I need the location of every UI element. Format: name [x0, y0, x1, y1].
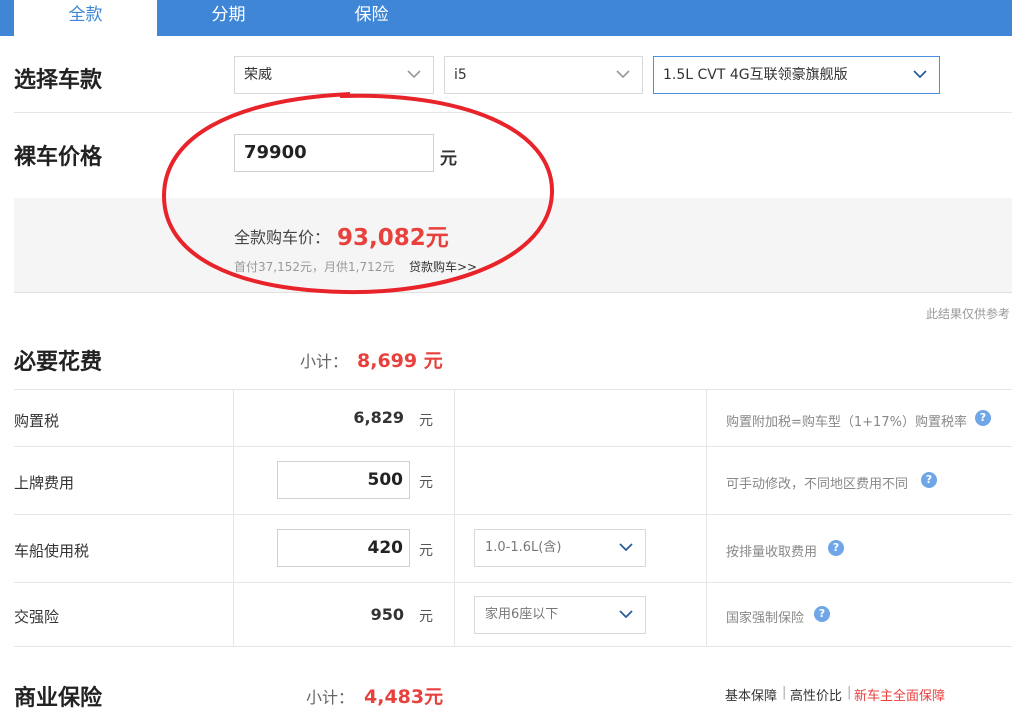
registration-fee-input[interactable]: 500 [277, 461, 410, 499]
purchase-tax-label: 购置税 [14, 412, 60, 430]
plan-separator: | [782, 685, 787, 700]
help-icon[interactable]: ? [828, 540, 844, 556]
reference-note: 此结果仅供参考 [925, 307, 1010, 321]
model-select[interactable]: 1.5L CVT 4G互联领豪旗舰版 [653, 56, 940, 94]
seat-type-select-value: 家用6座以下 [485, 607, 559, 622]
commercial-insurance-subtotal-value: 4,483元 [364, 686, 444, 708]
vehicle-tax-label: 车船使用税 [14, 542, 90, 560]
table-border [14, 514, 1012, 515]
compulsory-insurance-value: 950 [370, 605, 404, 624]
table-border [14, 389, 1012, 390]
plan-full-coverage-link[interactable]: 新车主全面保障 [854, 685, 945, 704]
compulsory-insurance-unit: 元 [419, 609, 433, 625]
table-border [454, 389, 455, 646]
tab-insurance[interactable]: 保险 [300, 0, 443, 36]
commercial-insurance-title: 商业保险 [14, 686, 103, 711]
chevron-down-icon [619, 610, 633, 619]
purchase-tax-value: 6,829 [353, 408, 404, 427]
table-border [14, 582, 1012, 583]
plan-value-link[interactable]: 高性价比 [790, 685, 842, 704]
vehicle-tax-input[interactable]: 420 [277, 529, 410, 567]
select-car-title: 选择车款 [14, 68, 103, 93]
tab-full-payment[interactable]: 全款 [14, 0, 157, 36]
chevron-down-icon [616, 70, 630, 79]
vehicle-tax-desc: 按排量收取费用 [726, 545, 818, 560]
plan-separator: | [847, 685, 852, 700]
help-icon[interactable]: ? [921, 472, 937, 488]
tab-installment[interactable]: 分期 [157, 0, 300, 36]
purchase-tax-desc: 购置附加税=购车型（1+17%）购置税率 [726, 415, 967, 430]
chevron-down-icon [619, 543, 633, 552]
table-border [14, 646, 1012, 647]
model-select-value: 1.5L CVT 4G互联领豪旗舰版 [663, 67, 848, 83]
help-icon[interactable]: ? [975, 410, 991, 426]
compulsory-insurance-label: 交强险 [14, 608, 60, 626]
displacement-select[interactable]: 1.0-1.6L(含) [474, 529, 646, 567]
plan-basic-link[interactable]: 基本保障 [725, 685, 777, 704]
table-border [14, 446, 1012, 447]
displacement-select-value: 1.0-1.6L(含) [485, 540, 562, 555]
chevron-down-icon [407, 70, 421, 79]
help-icon[interactable]: ? [814, 606, 830, 622]
vehicle-tax-unit: 元 [419, 543, 433, 559]
highlight-ellipse [161, 92, 555, 295]
compulsory-insurance-desc: 国家强制保险 [726, 611, 805, 626]
bare-price-title: 裸车价格 [14, 145, 103, 170]
chevron-down-icon [913, 70, 927, 79]
table-border [706, 389, 707, 646]
registration-fee-desc: 可手动修改，不同地区费用不同 [726, 477, 909, 492]
series-select-value: i5 [454, 67, 467, 83]
commercial-insurance-subtotal-label: 小计： [306, 688, 355, 707]
required-fees-subtotal-value: 8,699 元 [357, 350, 443, 372]
seat-type-select[interactable]: 家用6座以下 [474, 596, 646, 634]
registration-fee-unit: 元 [419, 475, 433, 491]
purchase-tax-unit: 元 [419, 413, 433, 429]
required-fees-subtotal-label: 小计： [300, 352, 349, 371]
required-fees-title: 必要花费 [14, 350, 103, 375]
table-border [233, 389, 234, 646]
tab-bar: 全款 分期 保险 [0, 0, 1012, 36]
brand-select-value: 荣威 [244, 67, 272, 83]
registration-fee-label: 上牌费用 [14, 474, 75, 492]
